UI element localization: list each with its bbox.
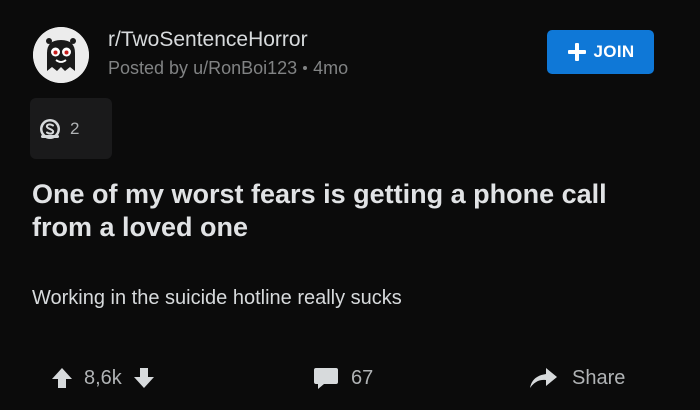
- author-link[interactable]: u/RonBoi123: [193, 58, 297, 78]
- award-coin-icon: [38, 117, 62, 141]
- award-count: 2: [70, 118, 80, 138]
- downvote-arrow-icon[interactable]: [132, 366, 156, 390]
- join-button[interactable]: JOIN: [547, 30, 654, 74]
- post-body: Working in the suicide hotline really su…: [32, 287, 402, 309]
- post-card: r/TwoSentenceHorror Posted by u/RonBoi12…: [0, 0, 700, 410]
- post-title[interactable]: One of my worst fears is getting a phone…: [32, 178, 662, 244]
- upvote-arrow-icon[interactable]: [50, 366, 74, 390]
- post-meta: Posted by u/RonBoi123 4mo: [108, 58, 348, 79]
- posted-by-label: Posted by: [108, 58, 189, 78]
- comments-button[interactable]: 67: [313, 355, 373, 401]
- subreddit-avatar-icon[interactable]: [33, 27, 89, 83]
- share-label: Share: [572, 366, 626, 389]
- comment-bubble-icon: [313, 366, 339, 390]
- share-arrow-icon: [528, 366, 558, 390]
- vote-bar: 8,6k: [50, 355, 156, 401]
- comment-count: 67: [351, 366, 374, 389]
- post-actions: 8,6k 67 Share: [0, 355, 700, 401]
- separator-dot: [303, 65, 308, 70]
- post-age: 4mo: [313, 58, 349, 78]
- vote-count: 8,6k: [84, 366, 122, 389]
- awards[interactable]: 2: [30, 98, 112, 159]
- join-label: JOIN: [593, 42, 635, 61]
- plus-icon: [567, 42, 587, 62]
- share-button[interactable]: Share: [528, 355, 625, 401]
- subreddit-name[interactable]: r/TwoSentenceHorror: [108, 28, 308, 52]
